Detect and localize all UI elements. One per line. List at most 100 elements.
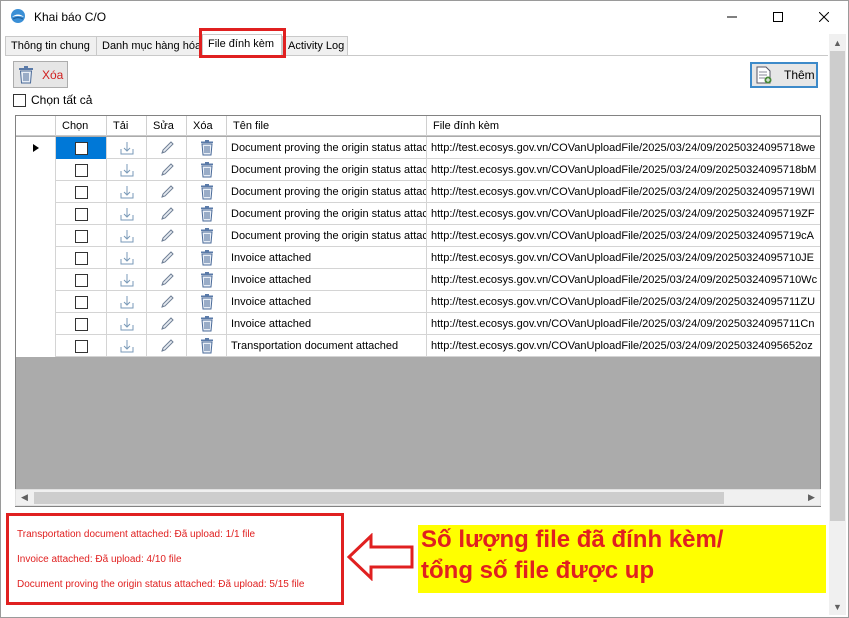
file-url-cell[interactable]: http://test.ecosys.gov.vn/COVanUploadFil… (427, 181, 820, 203)
row-checkbox[interactable] (74, 273, 88, 287)
delete-cell[interactable] (187, 335, 227, 357)
select-cell[interactable] (56, 335, 107, 357)
trash-icon[interactable] (200, 338, 214, 354)
delete-cell[interactable] (187, 159, 227, 181)
delete-cell[interactable] (187, 269, 227, 291)
file-url-cell[interactable]: http://test.ecosys.gov.vn/COVanUploadFil… (427, 313, 820, 335)
table-row[interactable]: Transportation document attached http://t… (16, 335, 820, 357)
row-selector[interactable] (16, 159, 56, 181)
pencil-icon[interactable] (159, 140, 175, 156)
row-selector[interactable] (16, 225, 56, 247)
trash-icon[interactable] (200, 140, 214, 156)
tab-general-info[interactable]: Thông tin chung (5, 36, 97, 56)
download-icon[interactable] (120, 273, 134, 287)
scroll-up-icon[interactable]: ▲ (829, 34, 846, 51)
pencil-icon[interactable] (159, 228, 175, 244)
row-checkbox[interactable] (74, 339, 88, 353)
edit-cell[interactable] (147, 159, 187, 181)
select-cell[interactable] (56, 313, 107, 335)
download-icon[interactable] (120, 251, 134, 265)
download-icon[interactable] (120, 185, 134, 199)
row-selector[interactable] (16, 137, 56, 159)
row-checkbox[interactable] (74, 251, 88, 265)
scroll-down-icon[interactable]: ▼ (829, 598, 846, 615)
tab-activity-log[interactable]: Activity Log (282, 36, 348, 56)
table-row[interactable]: Invoice attached http://test.ecosys.gov.v… (16, 291, 820, 313)
download-cell[interactable] (107, 269, 147, 291)
row-selector[interactable] (16, 181, 56, 203)
edit-cell[interactable] (147, 313, 187, 335)
scroll-thumb[interactable] (830, 51, 845, 521)
row-checkbox[interactable] (74, 141, 88, 155)
file-name-cell[interactable]: Document proving the origin status attac… (227, 159, 427, 181)
header-edit[interactable]: Sửa (147, 116, 187, 136)
delete-cell[interactable] (187, 225, 227, 247)
select-cell[interactable] (56, 247, 107, 269)
edit-cell[interactable] (147, 291, 187, 313)
file-url-cell[interactable]: http://test.ecosys.gov.vn/COVanUploadFil… (427, 291, 820, 313)
scroll-right-icon[interactable]: ▶ (803, 490, 820, 505)
delete-cell[interactable] (187, 291, 227, 313)
download-cell[interactable] (107, 203, 147, 225)
row-selector[interactable] (16, 203, 56, 225)
select-all-checkbox[interactable]: Chọn tất cả (13, 93, 92, 107)
table-row[interactable]: Document proving the origin status attac… (16, 203, 820, 225)
download-cell[interactable] (107, 291, 147, 313)
delete-cell[interactable] (187, 181, 227, 203)
pencil-icon[interactable] (159, 206, 175, 222)
add-button[interactable]: Thêm (750, 62, 818, 88)
pencil-icon[interactable] (159, 162, 175, 178)
row-checkbox[interactable] (74, 229, 88, 243)
row-selector[interactable] (16, 335, 56, 357)
trash-icon[interactable] (200, 184, 214, 200)
edit-cell[interactable] (147, 203, 187, 225)
file-url-cell[interactable]: http://test.ecosys.gov.vn/COVanUploadFil… (427, 269, 820, 291)
row-checkbox[interactable] (74, 207, 88, 221)
horizontal-scrollbar[interactable]: ◀ ▶ (15, 489, 821, 506)
maximize-button[interactable] (755, 1, 801, 32)
checkbox[interactable] (13, 93, 26, 107)
edit-cell[interactable] (147, 335, 187, 357)
edit-cell[interactable] (147, 137, 187, 159)
download-icon[interactable] (120, 229, 134, 243)
download-icon[interactable] (120, 339, 134, 353)
file-name-cell[interactable]: Invoice attached (227, 291, 427, 313)
trash-icon[interactable] (200, 272, 214, 288)
trash-icon[interactable] (200, 250, 214, 266)
file-url-cell[interactable]: http://test.ecosys.gov.vn/COVanUploadFil… (427, 137, 820, 159)
trash-icon[interactable] (200, 294, 214, 310)
header-delete[interactable]: Xóa (187, 116, 227, 136)
trash-icon[interactable] (200, 206, 214, 222)
download-cell[interactable] (107, 313, 147, 335)
row-selector[interactable] (16, 291, 56, 313)
select-cell[interactable] (56, 137, 107, 159)
file-name-cell[interactable]: Document proving the origin status attac… (227, 137, 427, 159)
file-name-cell[interactable]: Invoice attached (227, 269, 427, 291)
table-row[interactable]: Invoice attached http://test.ecosys.gov.v… (16, 313, 820, 335)
download-icon[interactable] (120, 317, 134, 331)
download-cell[interactable] (107, 137, 147, 159)
table-row[interactable]: Document proving the origin status attac… (16, 159, 820, 181)
row-checkbox[interactable] (74, 185, 88, 199)
download-icon[interactable] (120, 163, 134, 177)
scroll-left-icon[interactable]: ◀ (16, 490, 33, 505)
pencil-icon[interactable] (159, 316, 175, 332)
row-selector[interactable] (16, 313, 56, 335)
pencil-icon[interactable] (159, 338, 175, 354)
file-url-cell[interactable]: http://test.ecosys.gov.vn/COVanUploadFil… (427, 225, 820, 247)
download-icon[interactable] (120, 295, 134, 309)
file-url-cell[interactable]: http://test.ecosys.gov.vn/COVanUploadFil… (427, 247, 820, 269)
row-selector[interactable] (16, 247, 56, 269)
file-name-cell[interactable]: Invoice attached (227, 313, 427, 335)
download-cell[interactable] (107, 181, 147, 203)
table-row[interactable]: Invoice attached http://test.ecosys.gov.v… (16, 247, 820, 269)
select-cell[interactable] (56, 269, 107, 291)
trash-icon[interactable] (200, 316, 214, 332)
edit-cell[interactable] (147, 247, 187, 269)
row-checkbox[interactable] (74, 163, 88, 177)
file-name-cell[interactable]: Document proving the origin status attac… (227, 225, 427, 247)
scroll-thumb[interactable] (34, 492, 724, 504)
edit-cell[interactable] (147, 225, 187, 247)
download-cell[interactable] (107, 335, 147, 357)
header-file-name[interactable]: Tên file (227, 116, 427, 136)
